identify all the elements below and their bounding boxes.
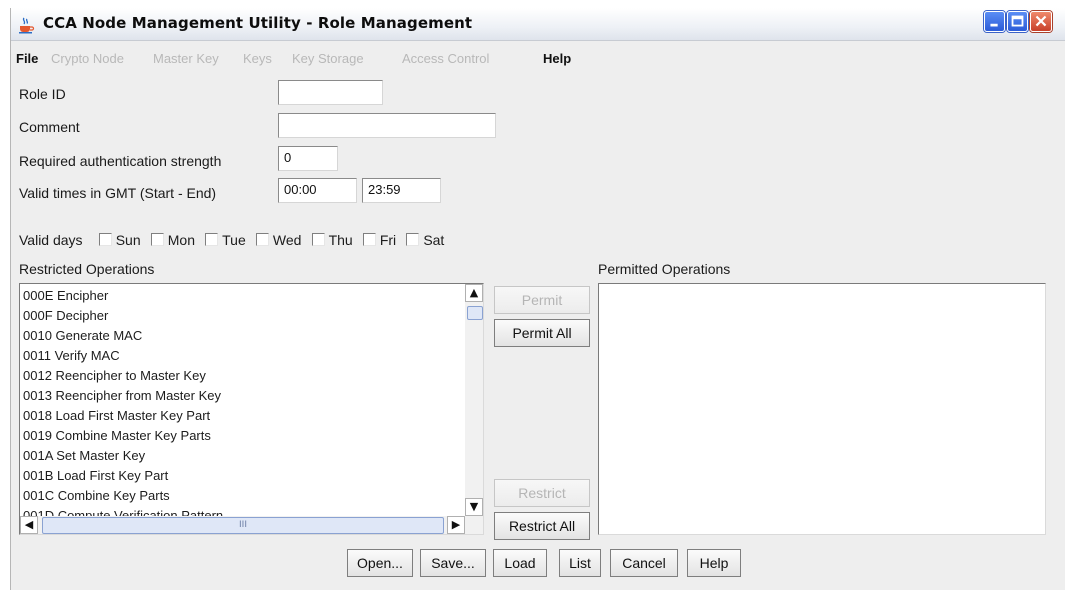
checkbox-thu-label: Thu (328, 232, 353, 248)
checkbox-tue-label: Tue (222, 232, 246, 248)
restricted-operations-label: Restricted Operations (19, 261, 155, 277)
scroll-down-button[interactable]: ▼ (465, 498, 483, 516)
role-id-field[interactable] (278, 80, 383, 105)
checkbox-fri-label: Fri (379, 232, 397, 248)
menu-keys: Keys (243, 51, 272, 66)
help-button[interactable]: Help (687, 549, 741, 577)
list-item[interactable]: 001B Load First Key Part (20, 466, 465, 486)
restrict-button[interactable]: Restrict (494, 479, 590, 507)
close-button[interactable] (1030, 11, 1052, 32)
checkbox-sat[interactable]: Sat (406, 232, 444, 249)
list-item[interactable]: 001C Combine Key Parts (20, 486, 465, 506)
valid-days-label: Valid days (19, 232, 83, 248)
save-button[interactable]: Save... (420, 549, 486, 577)
checkbox-wed-box[interactable] (255, 233, 269, 246)
restrict-all-button[interactable]: Restrict All (494, 512, 590, 540)
checkbox-wed[interactable]: Wed (255, 232, 302, 249)
start-time-field[interactable]: 00:00 (278, 178, 357, 203)
scroll-right-button[interactable]: ▶ (447, 516, 465, 534)
role-id-label: Role ID (19, 86, 66, 102)
checkbox-sat-label: Sat (423, 232, 445, 248)
window-title: CCA Node Management Utility - Role Manag… (43, 14, 473, 32)
list-item[interactable]: 0013 Reencipher from Master Key (20, 386, 465, 406)
list-item[interactable]: 0010 Generate MAC (20, 326, 465, 346)
maximize-button[interactable] (1007, 11, 1028, 32)
list-item[interactable]: 0011 Verify MAC (20, 346, 465, 366)
vertical-scroll-thumb[interactable] (467, 306, 483, 320)
minimize-button[interactable] (984, 11, 1005, 32)
list-item[interactable]: 0019 Combine Master Key Parts (20, 426, 465, 446)
list-button[interactable]: List (559, 549, 601, 577)
checkbox-fri[interactable]: Fri (362, 232, 397, 249)
checkbox-tue[interactable]: Tue (205, 232, 246, 249)
menu-file[interactable]: File (16, 51, 38, 66)
comment-field[interactable] (278, 113, 496, 138)
auth-strength-label: Required authentication strength (19, 153, 222, 169)
scroll-up-button[interactable]: ▲ (465, 284, 483, 302)
end-time-field[interactable]: 23:59 (362, 178, 441, 203)
checkbox-sat-box[interactable] (406, 233, 420, 246)
menu-crypto-node: Crypto Node (51, 51, 124, 66)
checkbox-mon[interactable]: Mon (150, 232, 195, 249)
load-button[interactable]: Load (493, 549, 547, 577)
list-item[interactable]: 0018 Load First Master Key Part (20, 406, 465, 426)
app-window: CCA Node Management Utility - Role Manag… (10, 8, 1065, 590)
valid-times-label: Valid times in GMT (Start - End) (19, 185, 217, 201)
permit-all-button[interactable]: Permit All (494, 319, 590, 347)
checkbox-thu-box[interactable] (311, 233, 325, 246)
checkbox-sun[interactable]: Sun (98, 232, 141, 249)
checkbox-sun-box[interactable] (98, 233, 112, 246)
menu-key-storage: Key Storage (292, 51, 364, 66)
checkbox-sun-label: Sun (115, 232, 141, 248)
restricted-items: 000E Encipher 000F Decipher 0010 Generate … (20, 286, 465, 526)
scroll-left-button[interactable]: ◀ (20, 516, 38, 534)
java-cup-icon (17, 16, 35, 34)
menu-help[interactable]: Help (543, 51, 571, 66)
list-item[interactable]: 000F Decipher (20, 306, 465, 326)
menu-master-key: Master Key (153, 51, 219, 66)
vertical-scrollbar[interactable]: ▲ ▼ (465, 284, 483, 516)
horizontal-scrollbar[interactable]: ◀ III ▶ (20, 516, 483, 534)
list-item[interactable]: 001A Set Master Key (20, 446, 465, 466)
restricted-operations-list[interactable]: 000E Encipher 000F Decipher 0010 Generate … (19, 283, 484, 535)
permitted-operations-list[interactable] (598, 283, 1046, 535)
list-item[interactable]: 0012 Reencipher to Master Key (20, 366, 465, 386)
horizontal-scroll-thumb[interactable]: III (42, 517, 444, 534)
cancel-button[interactable]: Cancel (610, 549, 678, 577)
list-item[interactable]: 000E Encipher (20, 286, 465, 306)
checkbox-wed-label: Wed (272, 232, 302, 248)
permit-button[interactable]: Permit (494, 286, 590, 314)
checkbox-thu[interactable]: Thu (311, 232, 353, 249)
checkbox-tue-box[interactable] (205, 233, 219, 246)
open-button[interactable]: Open... (347, 549, 413, 577)
valid-days-row: Valid days Sun Mon Tue Wed Thu Fri Sat (19, 232, 450, 252)
checkbox-fri-box[interactable] (362, 233, 376, 246)
checkbox-mon-label: Mon (167, 232, 195, 248)
comment-label: Comment (19, 119, 80, 135)
menu-access-control: Access Control (402, 51, 490, 66)
permitted-operations-label: Permitted Operations (598, 261, 731, 277)
title-bar[interactable]: CCA Node Management Utility - Role Manag… (11, 8, 1065, 41)
checkbox-mon-box[interactable] (150, 233, 164, 246)
auth-strength-field[interactable]: 0 (278, 146, 338, 171)
